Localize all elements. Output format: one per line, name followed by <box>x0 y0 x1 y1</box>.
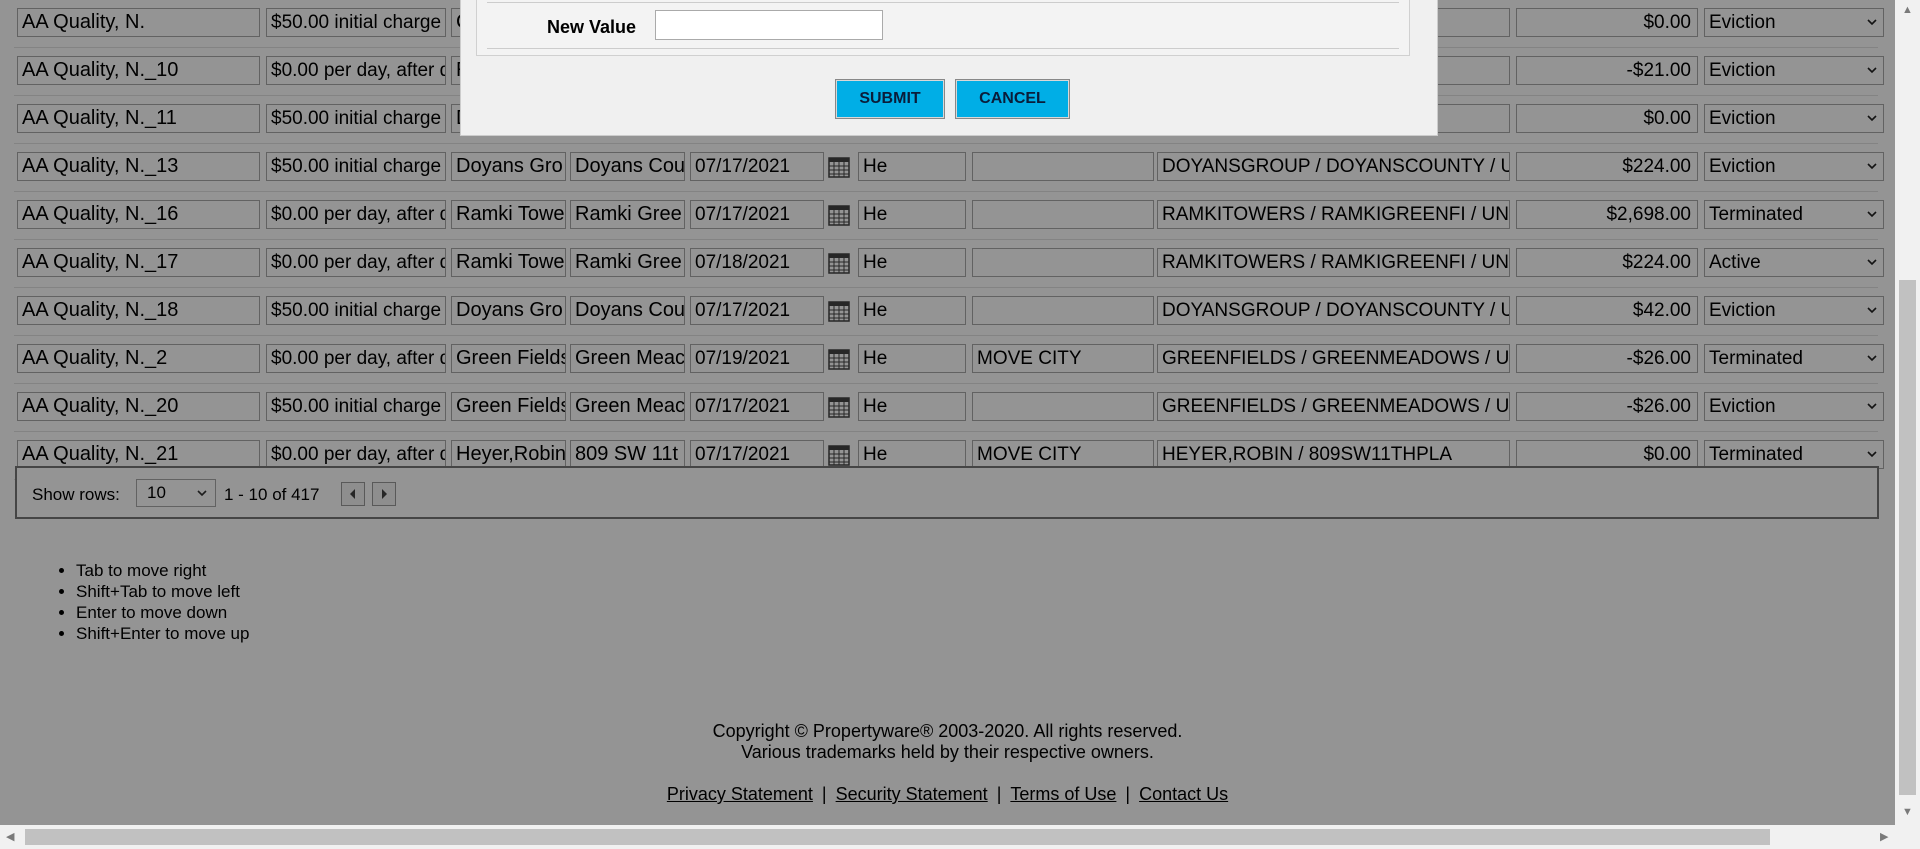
page: AA Quality, N.$50.00 initial charge aC$0… <box>0 0 1895 825</box>
horizontal-scrollbar[interactable]: ◀ ▶ <box>0 825 1920 849</box>
dialog-form: New Value <box>476 0 1410 56</box>
vertical-scroll-thumb[interactable] <box>1899 280 1916 795</box>
scroll-right-icon[interactable]: ▶ <box>1880 831 1888 843</box>
divider <box>487 2 1399 3</box>
divider <box>487 48 1399 49</box>
scroll-down-icon[interactable]: ▼ <box>1902 806 1913 818</box>
vertical-scrollbar[interactable]: ▲ ▼ <box>1895 0 1920 825</box>
new-value-input[interactable] <box>655 10 883 40</box>
scroll-up-icon[interactable]: ▲ <box>1902 4 1913 16</box>
new-value-label: New Value <box>547 17 637 37</box>
edit-value-dialog: New Value SUBMIT CANCEL <box>460 0 1438 136</box>
submit-button[interactable]: SUBMIT <box>835 79 945 119</box>
scroll-left-icon[interactable]: ◀ <box>6 831 14 843</box>
horizontal-scroll-thumb[interactable] <box>25 829 1770 845</box>
cancel-button[interactable]: CANCEL <box>955 79 1070 119</box>
